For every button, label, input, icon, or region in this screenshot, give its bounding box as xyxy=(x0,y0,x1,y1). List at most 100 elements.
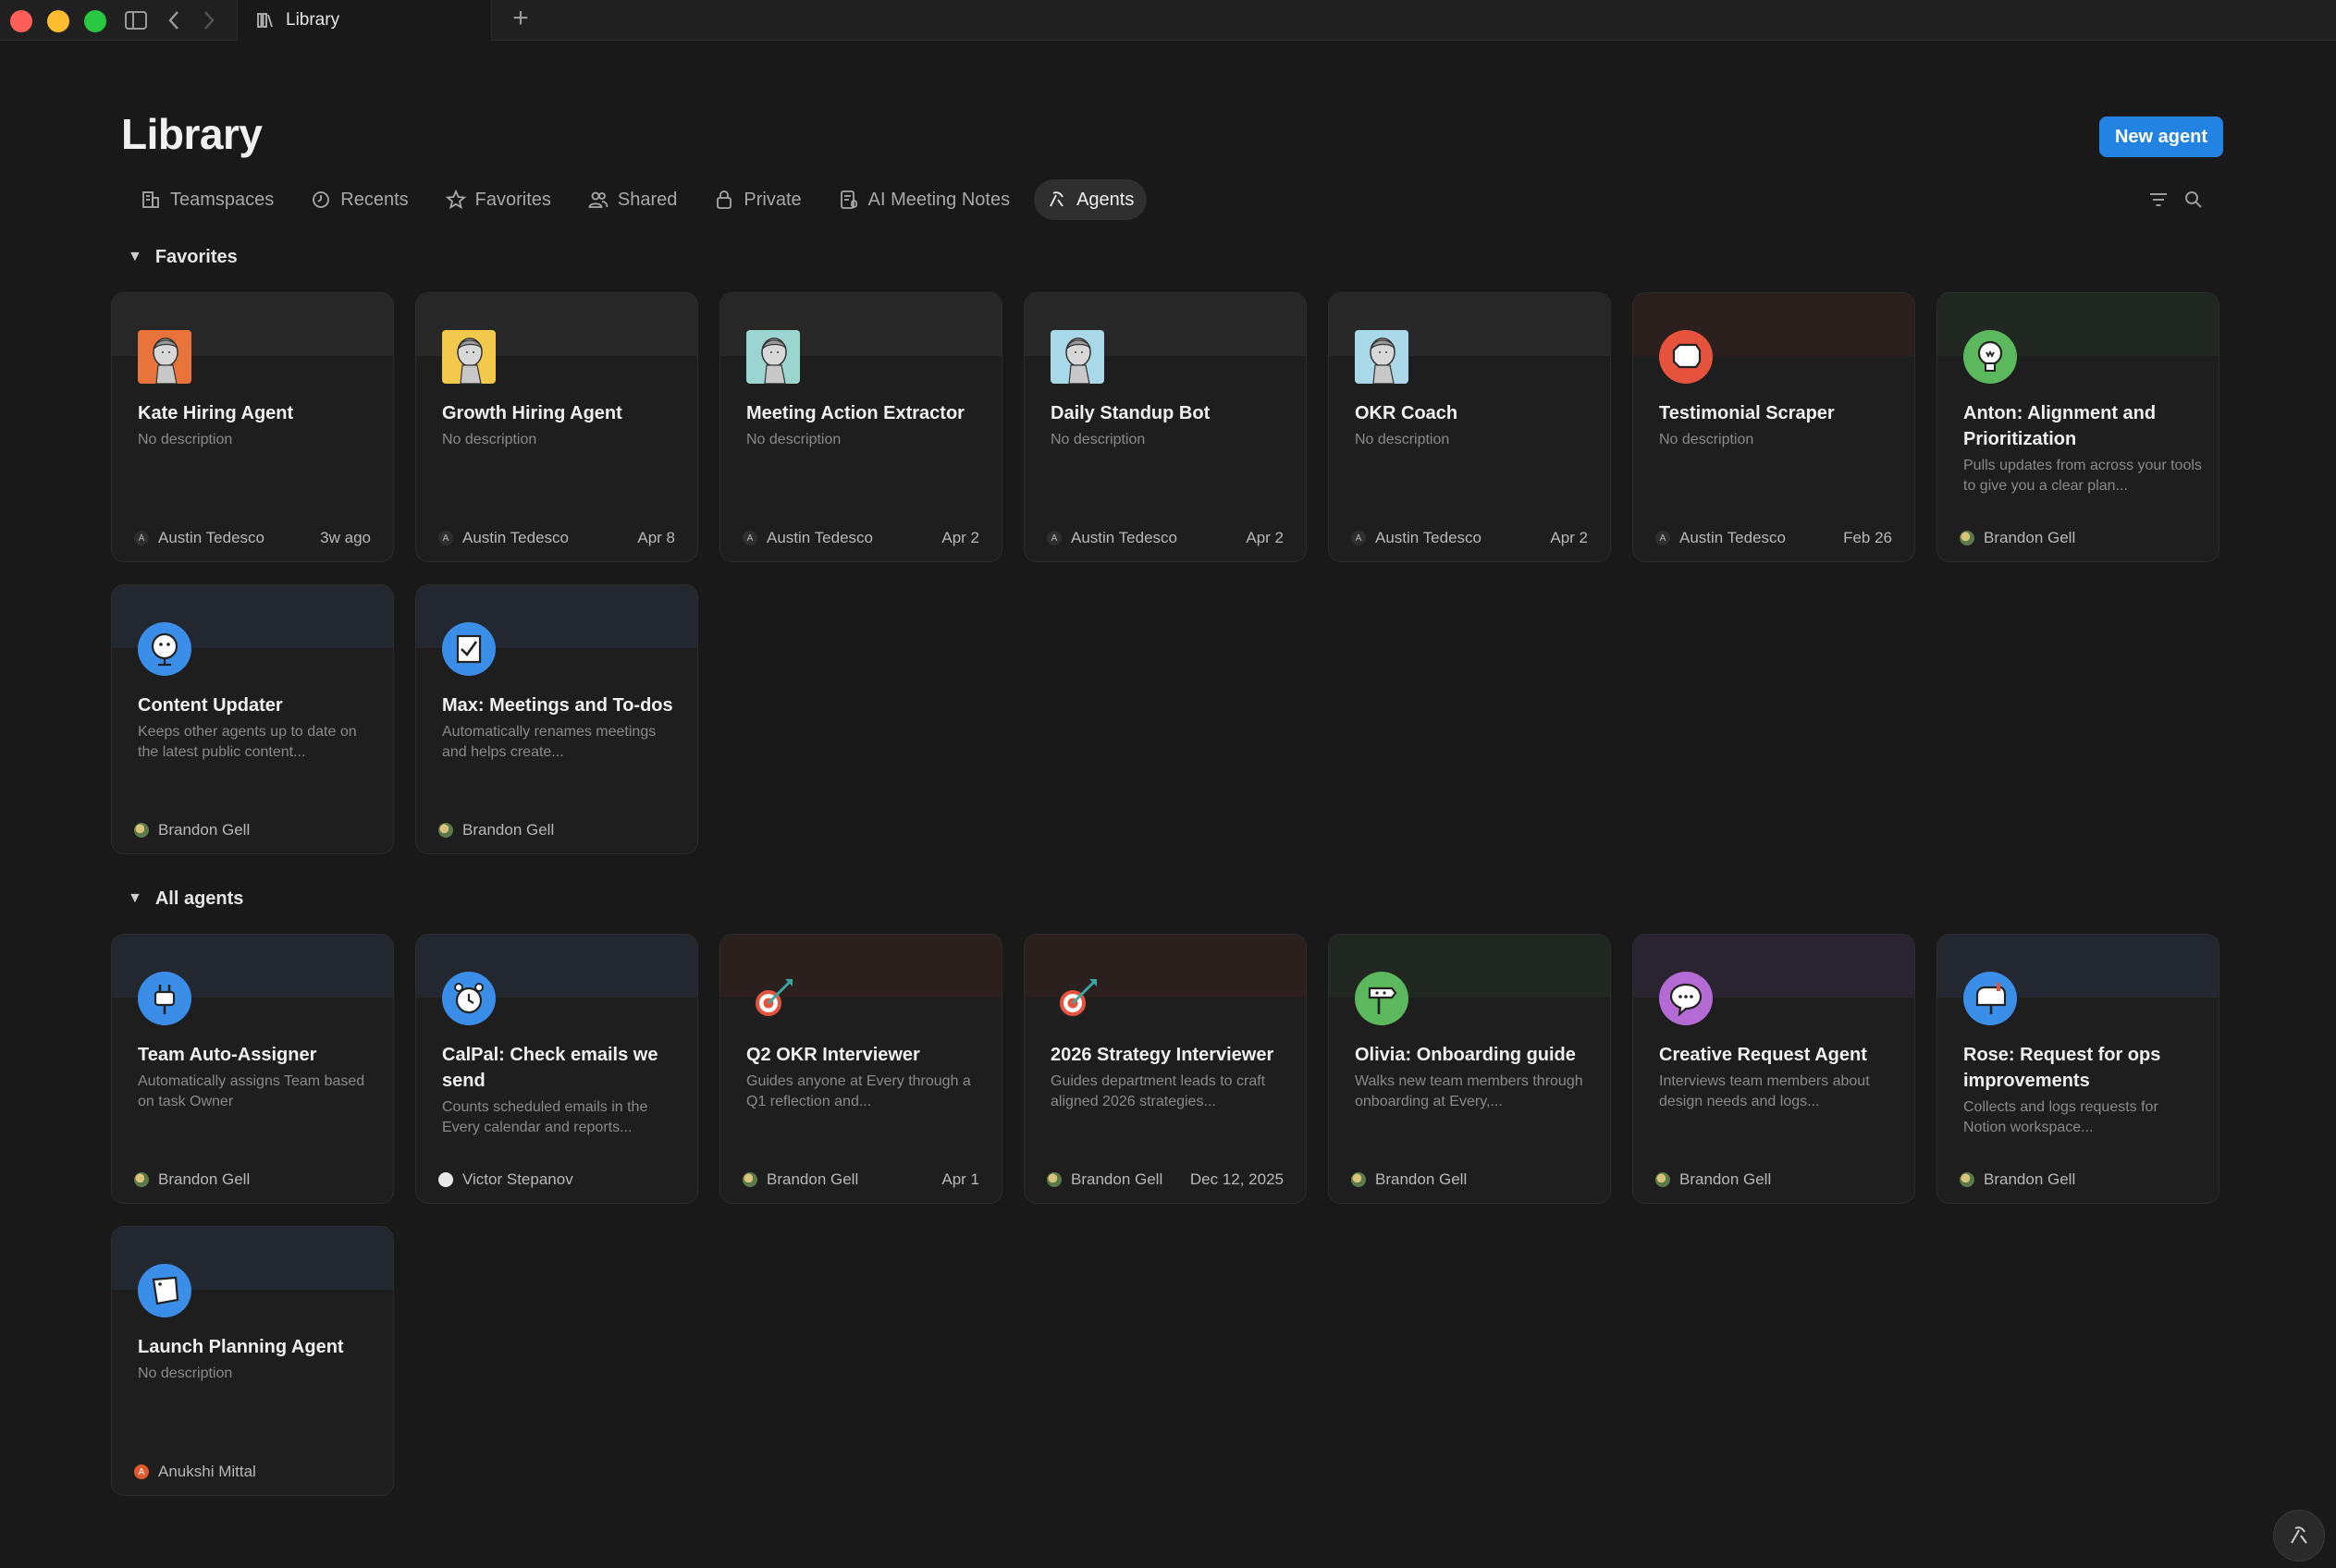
statue-icon xyxy=(1051,330,1104,384)
tab-label: Favorites xyxy=(474,189,551,210)
meeting-notes-icon xyxy=(839,190,859,210)
agent-title: Content Updater xyxy=(138,695,283,716)
agent-icon xyxy=(1047,190,1067,210)
owner-avatar: A xyxy=(1351,531,1366,545)
maximize-window-button[interactable] xyxy=(84,10,106,32)
edited-date: Apr 2 xyxy=(1550,529,1588,546)
card-footer: A Austin Tedesco Apr 2 xyxy=(1351,528,1588,548)
owner-name: Victor Stepanov xyxy=(462,1170,573,1188)
agent-card[interactable]: Kate Hiring Agent No description A Austin T… xyxy=(111,292,394,562)
agent-description: Keeps other agents up to date on the lat… xyxy=(138,724,357,760)
owner-avatar xyxy=(134,1172,149,1187)
agent-card[interactable]: Daily Standup Bot No description A Austin T… xyxy=(1024,292,1307,562)
owner-avatar xyxy=(438,823,453,838)
new-agent-button[interactable]: New agent xyxy=(2099,116,2223,157)
agent-card[interactable]: Team Auto-Assigner Automatically assigns … xyxy=(111,934,394,1204)
all-agents-grid: Team Auto-Assigner Automatically assigns … xyxy=(111,934,2223,1496)
owner-avatar: A xyxy=(743,531,757,545)
agent-card[interactable]: OKR Coach No description A Austin Tedesco Ap… xyxy=(1328,292,1611,562)
owner-name: Brandon Gell xyxy=(1375,1170,1468,1188)
agent-title: Launch Planning Agent xyxy=(138,1337,344,1357)
star-icon xyxy=(445,190,466,210)
tab-favorites[interactable]: Favorites xyxy=(433,179,564,220)
owner-avatar xyxy=(1351,1172,1366,1187)
all-agents-section-toggle[interactable]: ▼ All agents xyxy=(128,884,243,913)
target-icon xyxy=(1051,972,1104,1025)
agent-assistant-button[interactable] xyxy=(2273,1510,2325,1562)
card-footer: Brandon Gell xyxy=(438,820,675,840)
agent-description: Counts scheduled emails in the Every cal… xyxy=(442,1099,648,1135)
agent-description: Automatically assigns Team based on task… xyxy=(138,1073,365,1109)
card-footer: A Austin Tedesco Apr 2 xyxy=(1047,528,1284,548)
library-icon xyxy=(257,13,273,28)
owner-avatar xyxy=(438,1172,453,1187)
close-window-button[interactable] xyxy=(10,10,32,32)
agent-card[interactable]: Olivia: Onboarding guide Walks new team m… xyxy=(1328,934,1611,1204)
owner-avatar: A xyxy=(1655,531,1670,545)
tab-agents[interactable]: Agents xyxy=(1034,179,1148,220)
agent-card[interactable]: 2026 Strategy Interviewer Guides departme… xyxy=(1024,934,1307,1204)
forward-arrow-icon[interactable] xyxy=(198,6,220,35)
agent-card[interactable]: Launch Planning Agent No description A Anuk… xyxy=(111,1226,394,1496)
owner-name: Anukshi Mittal xyxy=(158,1463,256,1480)
card-footer: Brandon Gell xyxy=(134,1170,371,1190)
owner-name: Austin Tedesco xyxy=(462,529,569,546)
owner-name: Austin Tedesco xyxy=(1679,529,1786,546)
tab-shared[interactable]: Shared xyxy=(575,179,691,220)
tab-teamspaces[interactable]: Teamspaces xyxy=(128,179,287,220)
agent-card[interactable]: Testimonial Scraper No description A Austin… xyxy=(1632,292,1915,562)
tab-label: Recents xyxy=(340,189,409,210)
edited-date: Dec 12, 2025 xyxy=(1189,1170,1284,1188)
search-icon[interactable] xyxy=(2182,189,2205,211)
agent-title: Meeting Action Extractor xyxy=(746,403,965,423)
favorites-section-toggle[interactable]: ▼ Favorites xyxy=(128,242,238,272)
owner-name: Brandon Gell xyxy=(1984,1170,2076,1188)
card-footer: A Austin Tedesco Apr 2 xyxy=(743,528,979,548)
agent-card[interactable]: Meeting Action Extractor No description A A… xyxy=(719,292,1002,562)
edited-date: Apr 1 xyxy=(941,1170,979,1188)
agent-title: Growth Hiring Agent xyxy=(442,403,622,423)
filter-icon[interactable] xyxy=(2147,189,2170,211)
card-footer: Brandon Gell xyxy=(1655,1170,1892,1190)
agent-description: Guides department leads to craft aligned… xyxy=(1051,1073,1266,1109)
agent-card[interactable]: Anton: Alignment and Prioritization Pulls… xyxy=(1936,292,2219,562)
tab-private[interactable]: Private xyxy=(701,179,814,220)
section-label: All agents xyxy=(154,888,244,909)
agent-card[interactable]: Rose: Request for ops improvements Collec… xyxy=(1936,934,2219,1204)
tab-recents[interactable]: Recents xyxy=(298,179,421,220)
card-footer: Brandon Gell xyxy=(1960,1170,2196,1190)
card-footer: Brandon Gell Apr 1 xyxy=(743,1170,979,1190)
agent-card[interactable]: Growth Hiring Agent No description A Austin… xyxy=(415,292,698,562)
agent-description: Guides anyone at Every through a Q1 refl… xyxy=(746,1073,971,1109)
card-footer: A Austin Tedesco Feb 26 xyxy=(1655,528,1892,548)
alarm-clock-icon xyxy=(442,972,496,1025)
card-footer: A Austin Tedesco Apr 8 xyxy=(438,528,675,548)
minimize-window-button[interactable] xyxy=(47,10,69,32)
agent-card[interactable]: Q2 OKR Interviewer Guides anyone at Every… xyxy=(719,934,1002,1204)
agent-description: Pulls updates from across your tools to … xyxy=(1963,458,2202,494)
agent-card[interactable]: Content Updater Keeps other agents up to … xyxy=(111,584,394,854)
chat-bubble-icon xyxy=(1659,972,1713,1025)
owner-avatar xyxy=(743,1172,757,1187)
tab-label: Shared xyxy=(617,189,678,210)
lightbulb-icon xyxy=(1963,330,2017,384)
caret-down-icon: ▼ xyxy=(128,890,142,906)
favorites-grid: Kate Hiring Agent No description A Austin T… xyxy=(111,292,2223,854)
agent-description: No description xyxy=(746,432,842,447)
agent-description: Collects and logs requests for Notion wo… xyxy=(1963,1099,2158,1135)
new-tab-plus-icon[interactable]: + xyxy=(507,3,535,33)
owner-avatar: A xyxy=(134,1464,149,1479)
agent-card[interactable]: Creative Request Agent Interviews team me… xyxy=(1632,934,1915,1204)
agent-card[interactable]: CalPal: Check emails we send Counts sched… xyxy=(415,934,698,1204)
owner-avatar xyxy=(1655,1172,1670,1187)
people-icon xyxy=(588,190,609,210)
clock-icon xyxy=(311,190,331,210)
agent-card[interactable]: Max: Meetings and To-dos Automatically re… xyxy=(415,584,698,854)
sidebar-toggle-icon[interactable] xyxy=(122,6,150,35)
owner-name: Brandon Gell xyxy=(462,821,555,839)
back-arrow-icon[interactable] xyxy=(163,6,185,35)
tab-ai-meeting-notes[interactable]: AI Meeting Notes xyxy=(826,179,1023,220)
agent-title: CalPal: Check emails we send xyxy=(442,1045,658,1091)
browser-tab-library[interactable]: Library xyxy=(237,0,492,41)
card-footer: A Anukshi Mittal xyxy=(134,1462,371,1482)
